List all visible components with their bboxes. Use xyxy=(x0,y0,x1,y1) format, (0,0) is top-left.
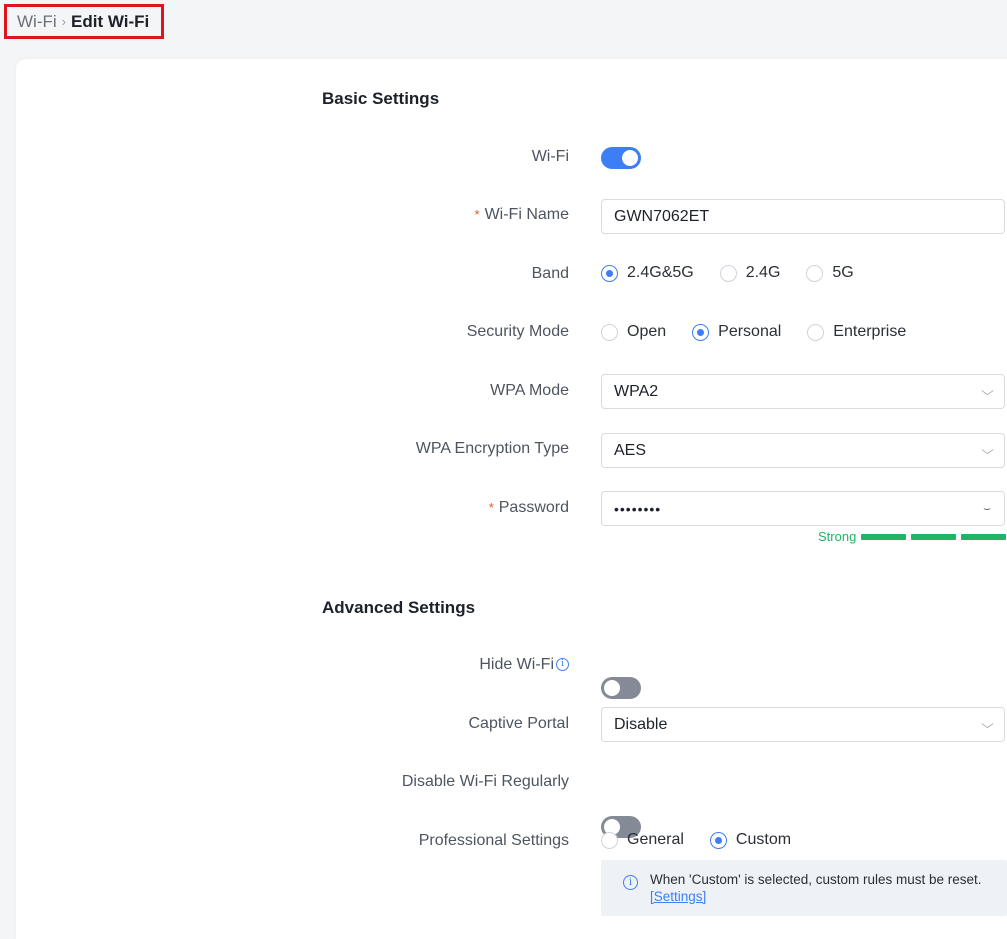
strength-bar-segment xyxy=(961,533,1007,540)
band-label: Band xyxy=(531,265,569,282)
encryption-label: WPA Encryption Type xyxy=(415,440,569,457)
professional-settings-label: Professional Settings xyxy=(418,832,569,849)
hide-wifi-toggle[interactable] xyxy=(601,677,641,699)
security-mode-label: Security Mode xyxy=(466,323,569,340)
strength-bar-segment xyxy=(861,533,907,540)
wpa-mode-label: WPA Mode xyxy=(490,382,569,399)
chevron-down-icon: ⌵ xyxy=(981,384,994,398)
chevron-down-icon: ⌵ xyxy=(981,717,994,731)
settings-link[interactable]: [Settings] xyxy=(650,889,706,904)
wpa-mode-value: WPA2 xyxy=(614,382,659,400)
captive-portal-select[interactable]: Disable ⌵ xyxy=(601,707,1005,742)
password-label-text: Password xyxy=(498,499,569,516)
chevron-down-icon: ⌵ xyxy=(981,443,994,457)
radio-unselected xyxy=(601,323,618,341)
security-option-label: Enterprise xyxy=(833,323,907,340)
radio-unselected xyxy=(719,264,737,282)
band-radio-group: 2.4G&5G 2.4G 5G xyxy=(601,264,880,282)
wifi-toggle[interactable] xyxy=(601,147,641,169)
hide-wifi-label: Hide Wi-Fi i xyxy=(479,656,569,674)
eye-closed-icon[interactable]: ⌣ xyxy=(983,501,992,516)
radio-selected xyxy=(692,323,710,341)
band-option-label: 2.4G xyxy=(745,264,781,281)
radio-selected xyxy=(601,264,618,282)
info-icon[interactable]: i xyxy=(556,658,569,672)
toggle-knob xyxy=(604,680,620,696)
password-label: * Password xyxy=(489,499,569,517)
wifi-label: Wi-Fi xyxy=(531,148,569,165)
security-radio-open[interactable]: Open xyxy=(601,323,666,341)
password-strength: Strong xyxy=(818,529,1007,544)
advanced-settings-title: Advanced Settings xyxy=(322,598,476,617)
radio-unselected xyxy=(807,323,825,341)
professional-option-label: General xyxy=(627,831,684,848)
breadcrumb-separator-icon: › xyxy=(61,14,66,29)
basic-settings-title: Basic Settings xyxy=(322,89,440,108)
required-mark: * xyxy=(474,207,480,222)
info-icon: i xyxy=(623,875,638,890)
wifi-name-label-text: Wi-Fi Name xyxy=(484,206,569,223)
security-radio-personal[interactable]: Personal xyxy=(692,323,781,341)
encryption-select[interactable]: AES ⌵ xyxy=(601,433,1005,468)
toggle-knob xyxy=(622,150,638,166)
band-radio-dual[interactable]: 2.4G&5G xyxy=(601,264,694,282)
radio-selected xyxy=(709,831,727,849)
required-mark: * xyxy=(488,500,494,515)
breadcrumb-parent-link[interactable]: Wi-Fi xyxy=(17,12,57,32)
password-input[interactable]: •••••••• ⌣ xyxy=(601,491,1005,526)
professional-option-label: Custom xyxy=(735,831,792,848)
band-option-label: 5G xyxy=(832,264,854,281)
strength-label: Strong xyxy=(818,529,857,544)
security-radio-enterprise[interactable]: Enterprise xyxy=(807,323,906,341)
custom-notice: i When 'Custom' is selected, custom rule… xyxy=(601,860,1007,916)
radio-unselected xyxy=(601,831,618,849)
hide-wifi-label-text: Hide Wi-Fi xyxy=(479,656,554,673)
security-option-label: Personal xyxy=(718,323,782,340)
wpa-mode-select[interactable]: WPA2 ⌵ xyxy=(601,374,1005,409)
professional-radio-general[interactable]: General xyxy=(601,831,684,849)
security-option-label: Open xyxy=(627,323,667,340)
strength-bar-segment xyxy=(911,533,957,540)
band-radio-5g[interactable]: 5G xyxy=(806,264,854,282)
captive-portal-label: Captive Portal xyxy=(468,715,570,732)
notice-text: When 'Custom' is selected, custom rules … xyxy=(650,872,982,887)
password-value: •••••••• xyxy=(614,500,662,517)
wifi-name-value: GWN7062ET xyxy=(614,207,710,225)
radio-unselected xyxy=(806,264,824,282)
professional-radio-group: General Custom xyxy=(601,831,817,849)
wifi-name-input[interactable]: GWN7062ET xyxy=(601,199,1005,234)
breadcrumb: Wi-Fi › Edit Wi-Fi xyxy=(4,4,164,39)
encryption-value: AES xyxy=(614,441,647,459)
breadcrumb-current: Edit Wi-Fi xyxy=(71,11,150,31)
captive-portal-value: Disable xyxy=(614,715,668,733)
wifi-name-label: * Wi-Fi Name xyxy=(475,206,570,224)
band-radio-2g[interactable]: 2.4G xyxy=(719,264,781,282)
professional-radio-custom[interactable]: Custom xyxy=(709,831,792,849)
security-radio-group: Open Personal Enterprise xyxy=(601,323,932,341)
band-option-label: 2.4G&5G xyxy=(627,264,694,281)
disable-regularly-label: Disable Wi-Fi Regularly xyxy=(401,773,569,790)
